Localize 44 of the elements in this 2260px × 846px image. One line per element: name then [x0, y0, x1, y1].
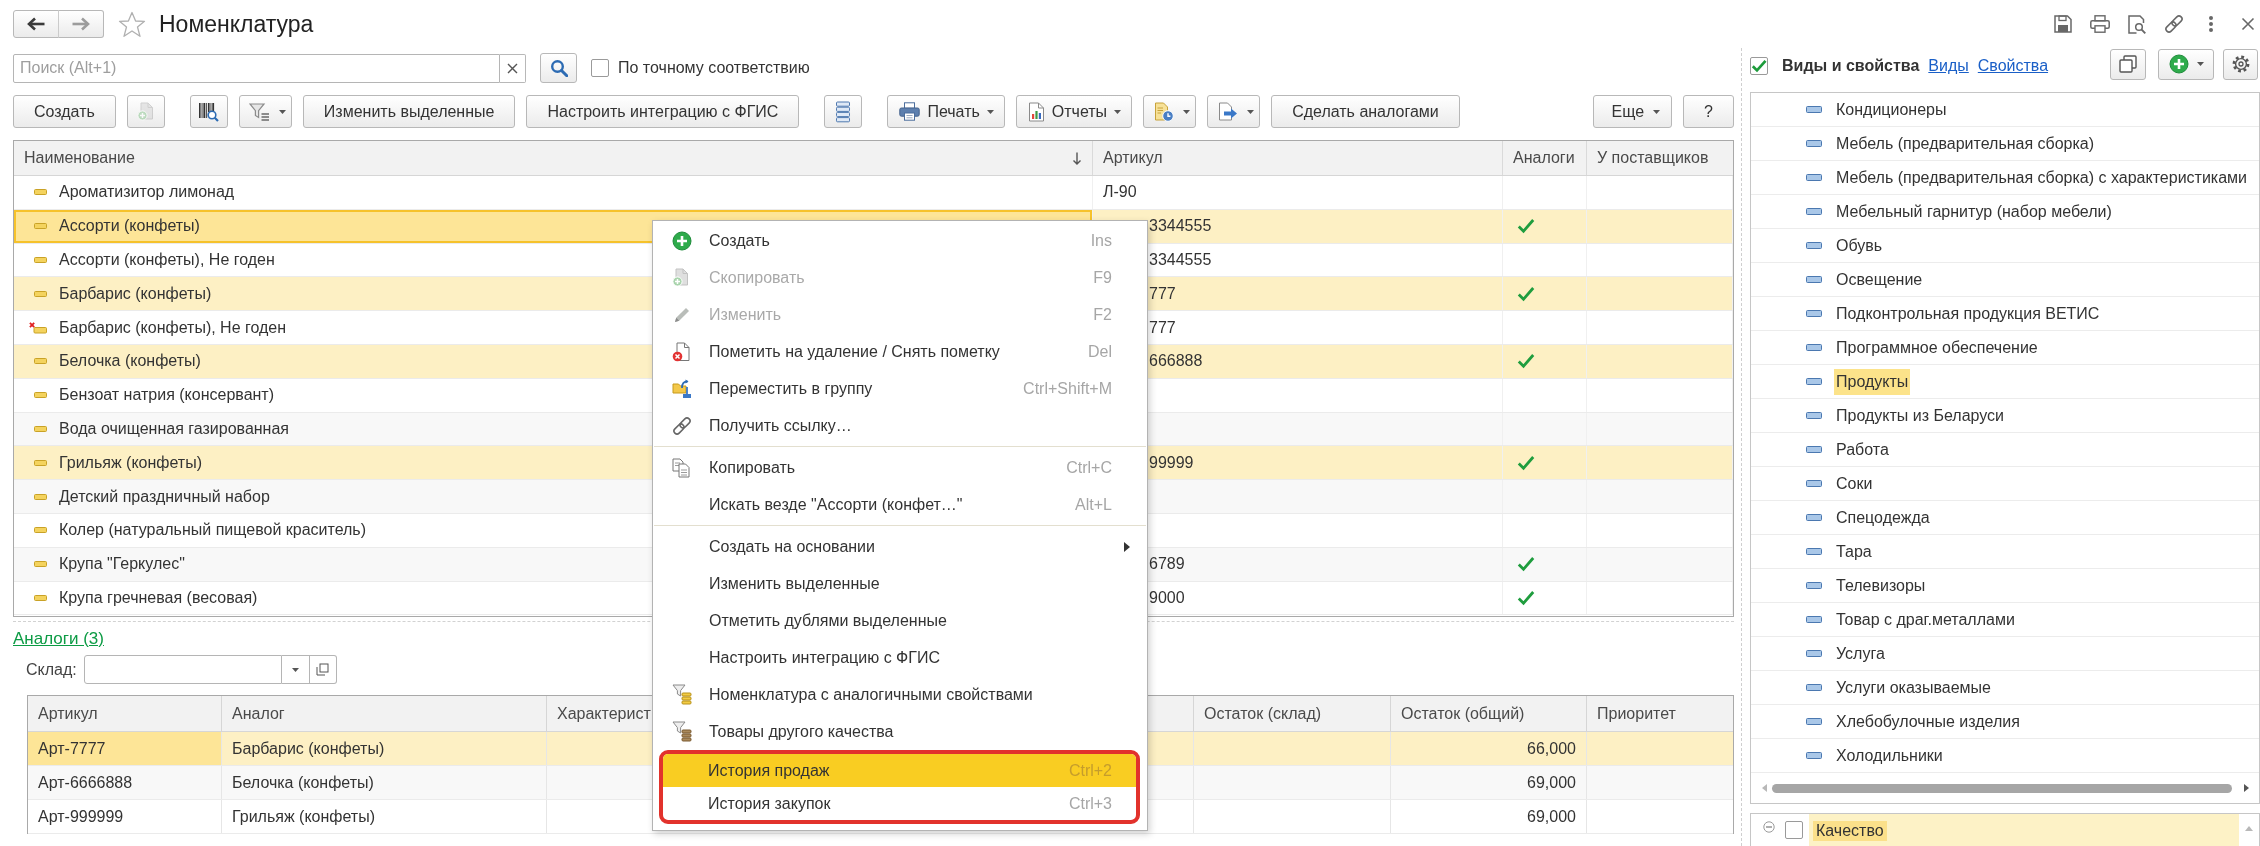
article-number: 3344555	[1149, 217, 1212, 236]
product-name: Бензоат натрия (консервант)	[59, 386, 274, 405]
product-name: Вода очищенная газированная	[59, 419, 289, 438]
product-name: Барбарис (конфеты), Не годен	[59, 318, 287, 337]
table-cell: Арт-999999	[38, 807, 124, 826]
product-name: Крупа "Геркулес"	[59, 555, 185, 574]
product-name: Барбарис (конфеты)	[59, 284, 212, 303]
product-name: Ароматизитор лимонад	[59, 183, 235, 202]
keyboard-shortcut: F2	[1093, 305, 1112, 324]
article-number: Л-90	[1103, 183, 1137, 202]
article-number: 777	[1149, 284, 1176, 303]
table-cell: 69,000	[1527, 773, 1576, 792]
keyboard-shortcut: Ctrl+3	[1068, 794, 1112, 813]
product-name: Крупа гречневая (весовая)	[59, 588, 258, 607]
product-name: Грильяж (конфеты)	[59, 453, 202, 472]
article-number: 6789	[1149, 555, 1185, 574]
table-cell: Грильяж (конфеты)	[232, 807, 375, 826]
article-number: 666888	[1149, 352, 1203, 371]
article-number: 9000	[1149, 588, 1185, 607]
panel-title: Виды и свойства	[1782, 57, 1920, 75]
keyboard-shortcut: F9	[1093, 268, 1112, 287]
table-cell: Барбарис (конфеты)	[232, 739, 385, 758]
article-number: 3344555	[1149, 251, 1212, 269]
article-number: 99999	[1149, 453, 1194, 472]
article-number: 777	[1149, 318, 1176, 337]
product-name: Белочка (конфеты)	[59, 352, 201, 371]
keyboard-shortcut: Ctrl+Shift+M	[1023, 379, 1112, 398]
product-name: Ассорти (конфеты)	[59, 217, 200, 236]
product-name: Ассорти (конфеты), Не годен	[59, 251, 275, 269]
keyboard-shortcut: Ins	[1090, 231, 1112, 250]
table-cell: Арт-6666888	[38, 773, 133, 792]
keyboard-shortcut: Del	[1088, 342, 1112, 361]
product-name: Колер (натуральный пищевой краситель)	[59, 521, 366, 540]
table-cell: 66,000	[1527, 739, 1576, 758]
checkbox-label: По точному соответствию	[618, 59, 810, 77]
table-cell: 69,000	[1527, 807, 1576, 826]
table-cell: Арт-7777	[38, 739, 106, 758]
group-label: Качество	[1813, 821, 1887, 841]
keyboard-shortcut: Ctrl+C	[1066, 458, 1112, 477]
product-name: Детский праздничный набор	[59, 487, 270, 506]
table-cell: Белочка (конфеты)	[232, 773, 374, 792]
keyboard-shortcut: Alt+L	[1075, 495, 1112, 514]
window-title: Номенклатура	[159, 10, 314, 38]
field-label: Склад:	[26, 660, 77, 679]
